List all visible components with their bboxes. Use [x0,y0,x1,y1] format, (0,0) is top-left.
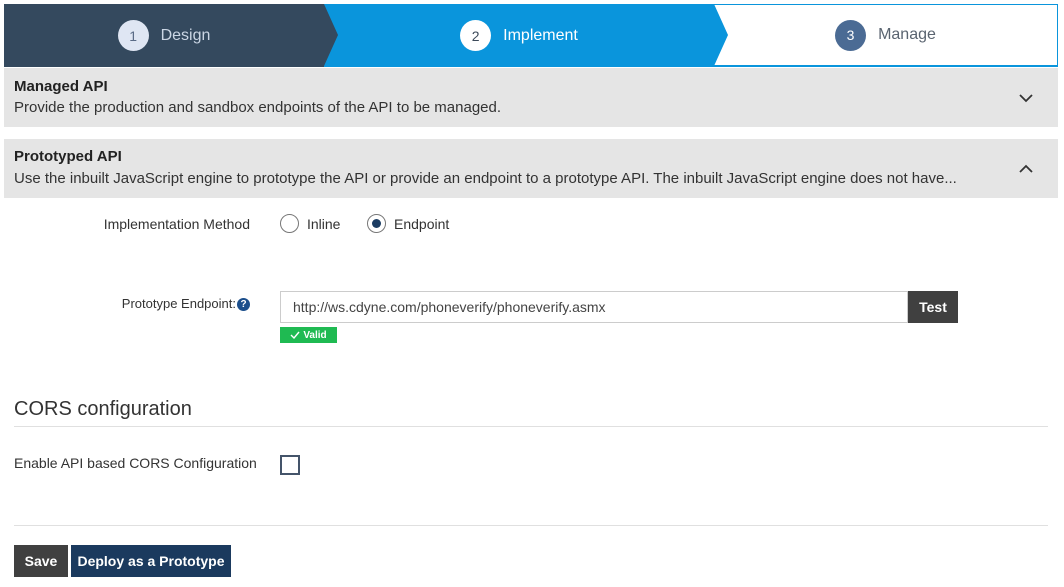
wizard-steps: 1 Design 2 Implement 3 Manage [4,4,1058,67]
panel-title: Managed API [14,78,108,95]
valid-label: Valid [303,329,327,341]
implementation-method-label: Implementation Method [103,216,250,232]
step-design[interactable]: 1 Design [4,4,324,67]
radio-circle[interactable] [280,214,299,233]
help-icon[interactable]: ? [237,298,250,311]
radio-label: Inline [307,215,341,232]
prototype-endpoint-label: Prototype Endpoint: [121,296,236,311]
radio-label: Endpoint [394,215,450,232]
test-button[interactable]: Test [908,291,958,323]
deploy-prototype-button[interactable]: Deploy as a Prototype [71,545,231,577]
step-label: Implement [503,26,578,44]
step-number: 2 [460,20,492,51]
step-implement[interactable]: 2 Implement [324,4,714,67]
cors-section-title: CORS configuration [14,398,192,420]
panel-title: Prototyped API [14,148,122,165]
chevron-up-icon[interactable] [1018,161,1034,177]
save-button[interactable]: Save [14,545,68,577]
cors-enable-label: Enable API based CORS Configuration [14,455,257,471]
panel-description: Use the inbuilt JavaScript engine to pro… [14,170,957,187]
step-arrow [714,4,728,66]
divider [14,525,1048,526]
step-number: 3 [835,19,867,51]
divider [14,426,1048,427]
step-label: Design [160,26,211,44]
radio-circle[interactable] [367,214,386,233]
step-label: Manage [878,26,936,43]
step-arrow [324,4,338,66]
valid-badge: Valid [280,327,337,343]
radio-inline[interactable]: Inline [280,214,340,233]
chevron-down-icon[interactable] [1018,90,1034,106]
check-icon [290,331,300,339]
cors-enable-checkbox[interactable] [280,455,300,475]
prototyped-api-panel[interactable]: Prototyped API Use the inbuilt JavaScrip… [4,139,1058,198]
managed-api-panel[interactable]: Managed API Provide the production and s… [4,68,1058,127]
step-manage[interactable]: 3 Manage [714,4,1058,67]
step-number: 1 [117,20,149,51]
panel-description: Provide the production and sandbox endpo… [14,99,502,116]
radio-endpoint[interactable]: Endpoint [367,214,449,233]
prototype-endpoint-input[interactable]: http://ws.cdyne.com/phoneverify/phonever… [280,291,908,323]
